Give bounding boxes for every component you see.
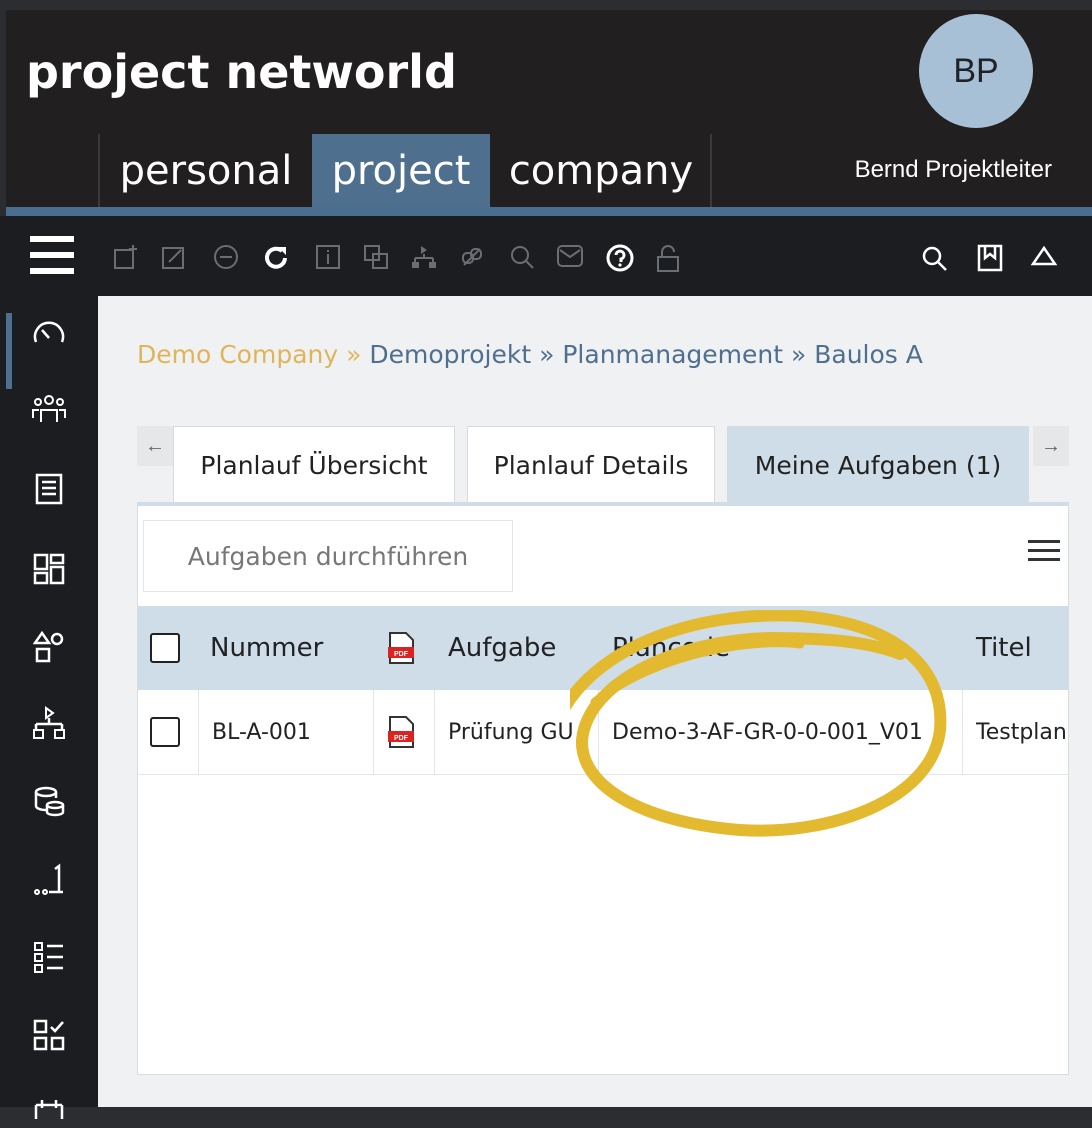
remove-icon[interactable] <box>212 244 240 272</box>
lock-open-icon[interactable] <box>654 244 682 272</box>
top-bar: project networld BP <box>6 10 1092 134</box>
table-header: Nummer PDF Aufgabe Plancode Titel <box>138 606 1068 690</box>
svg-text:PDF: PDF <box>394 735 409 742</box>
refresh-icon[interactable] <box>262 244 290 272</box>
task-panel: Aufgaben durchführen Nummer PDF Aufgabe … <box>137 502 1069 1075</box>
cell-plancode: Demo-3-AF-GR-0-0-001_V01 <box>612 719 923 745</box>
tab-scroll-left-icon[interactable]: ← <box>137 426 173 466</box>
select-all-checkbox[interactable] <box>150 633 180 663</box>
tab-project[interactable]: project <box>312 134 490 208</box>
help-icon[interactable] <box>606 244 634 272</box>
tab-personal[interactable]: personal <box>98 134 312 208</box>
content-area: Demo Company » Demoprojekt » Planmanagem… <box>98 296 1092 1107</box>
document-icon[interactable] <box>30 470 68 508</box>
user-name[interactable]: Bernd Projektleiter <box>855 156 1052 184</box>
search-icon[interactable] <box>508 244 536 272</box>
cell-nummer: BL-A-001 <box>212 719 311 745</box>
cell-titel: Testplan <box>976 719 1066 745</box>
copy-icon[interactable] <box>362 244 390 272</box>
timeline-icon[interactable] <box>30 860 68 898</box>
toolbar <box>0 216 1092 296</box>
header-plancode[interactable]: Plancode <box>612 606 730 690</box>
breadcrumb-module[interactable]: Planmanagement <box>562 340 783 369</box>
column-divider <box>373 690 374 774</box>
breadcrumb-company[interactable]: Demo Company <box>137 340 338 369</box>
breadcrumb-separator: » <box>783 340 815 369</box>
hamburger-menu-icon[interactable] <box>30 236 74 276</box>
breadcrumb-project[interactable]: Demoprojekt <box>369 340 531 369</box>
column-divider <box>198 690 199 774</box>
global-search-icon[interactable] <box>920 244 948 272</box>
calendar-icon[interactable] <box>30 1090 68 1128</box>
tab-scroll-right-icon[interactable]: → <box>1033 426 1069 466</box>
header-aufgabe[interactable]: Aufgabe <box>448 606 556 690</box>
breadcrumb-separator: » <box>338 340 370 369</box>
cell-aufgabe: Prüfung GU <box>448 719 574 745</box>
breadcrumb-item[interactable]: Baulos A <box>814 340 923 369</box>
tab-meine-aufgaben[interactable]: Meine Aufgaben (1) <box>727 426 1029 503</box>
tasks-grid-icon[interactable] <box>30 1016 68 1054</box>
dashboard-gauge-icon[interactable] <box>30 312 68 350</box>
collapse-up-icon[interactable] <box>1030 244 1058 272</box>
pdf-file-icon[interactable]: PDF <box>386 715 416 749</box>
breadcrumb-separator: » <box>531 340 563 369</box>
breadcrumb: Demo Company » Demoprojekt » Planmanagem… <box>137 340 923 369</box>
dashboard-grid-icon[interactable] <box>30 550 68 588</box>
app-logo[interactable]: project networld <box>26 45 457 99</box>
table-row[interactable]: BL-A-001 PDF Prüfung GU Demo-3-AF-GR-0-0… <box>138 690 1068 775</box>
column-divider <box>434 690 435 774</box>
sidebar-active-indicator <box>6 313 12 389</box>
shapes-icon[interactable] <box>30 628 68 666</box>
header-nummer[interactable]: Nummer <box>210 606 323 690</box>
unlink-icon[interactable] <box>458 244 486 272</box>
column-divider <box>598 690 599 774</box>
new-item-icon[interactable] <box>112 244 140 272</box>
page-tabs: ← Planlauf Übersicht Planlauf Details Me… <box>137 426 1092 504</box>
checklist-icon[interactable] <box>30 938 68 976</box>
perform-tasks-button[interactable]: Aufgaben durchführen <box>143 520 513 592</box>
mail-icon[interactable] <box>556 244 584 272</box>
tab-company[interactable]: company <box>492 134 712 208</box>
bookmark-icon[interactable] <box>976 244 1004 272</box>
pdf-icon: PDF <box>388 632 414 664</box>
edit-icon[interactable] <box>160 244 188 272</box>
hierarchy-icon[interactable] <box>410 244 438 272</box>
info-icon[interactable] <box>314 244 342 272</box>
main-tab-bar: personal project company Bernd Projektle… <box>6 134 1092 208</box>
header-titel[interactable]: Titel <box>976 606 1032 690</box>
user-avatar[interactable]: BP <box>919 14 1033 128</box>
column-divider <box>962 690 963 774</box>
plan-flow-icon[interactable] <box>30 704 68 742</box>
tab-planlauf-details[interactable]: Planlauf Details <box>467 426 715 503</box>
tab-underline <box>6 207 1092 216</box>
row-checkbox[interactable] <box>150 717 180 747</box>
database-coins-icon[interactable] <box>30 782 68 820</box>
svg-text:PDF: PDF <box>394 651 409 658</box>
column-menu-icon[interactable] <box>1028 540 1060 562</box>
team-icon[interactable] <box>30 390 68 428</box>
tab-planlauf-uebersicht[interactable]: Planlauf Übersicht <box>173 426 455 503</box>
